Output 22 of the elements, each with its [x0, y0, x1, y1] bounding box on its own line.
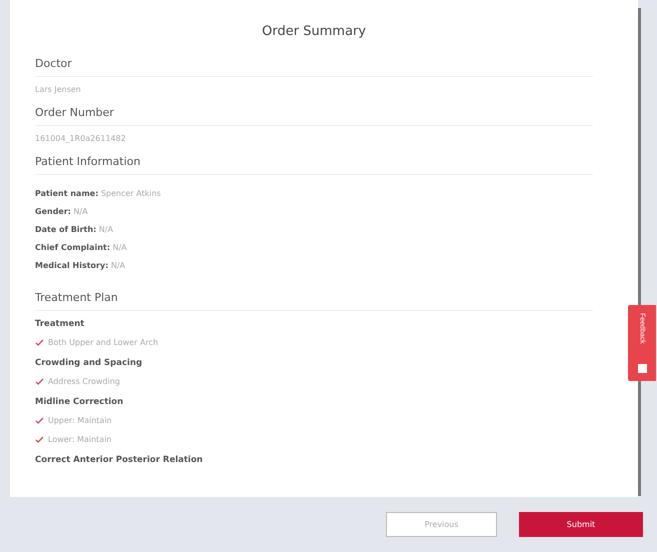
field-text: Medical History: N/A: [35, 260, 126, 272]
previous-button[interactable]: Previous: [386, 512, 497, 537]
item-text: Upper: Maintain: [48, 416, 112, 425]
section-heading: Treatment Plan: [35, 287, 593, 311]
item-text: Lower: Maintain: [48, 435, 112, 444]
submit-button[interactable]: Submit: [519, 512, 643, 537]
item-text: Both Upper and Lower Arch: [48, 338, 158, 347]
section-heading: Patient Information: [35, 151, 593, 175]
group-heading: Midline Correction: [35, 397, 124, 407]
dialog-title: Order Summary: [261, 23, 367, 41]
item-text: Address Crowding: [48, 377, 120, 386]
section-value: Lars Jensen: [35, 85, 82, 94]
group-heading: Correct Anterior Posterior Relation: [35, 455, 204, 465]
field-text: Date of Birth: N/A: [35, 224, 114, 236]
group-heading: Treatment: [35, 319, 86, 329]
field-text: Gender: N/A: [35, 206, 89, 218]
section-value: 161004_1R0a2611482: [35, 134, 127, 143]
field-text: Patient name: Spencer Atkins: [35, 188, 162, 200]
group-heading: Crowding and Spacing: [35, 358, 144, 368]
section-heading: Doctor: [35, 53, 593, 77]
field-text: Chief Complaint: N/A: [35, 242, 128, 254]
section-heading: Order Number: [35, 102, 593, 126]
